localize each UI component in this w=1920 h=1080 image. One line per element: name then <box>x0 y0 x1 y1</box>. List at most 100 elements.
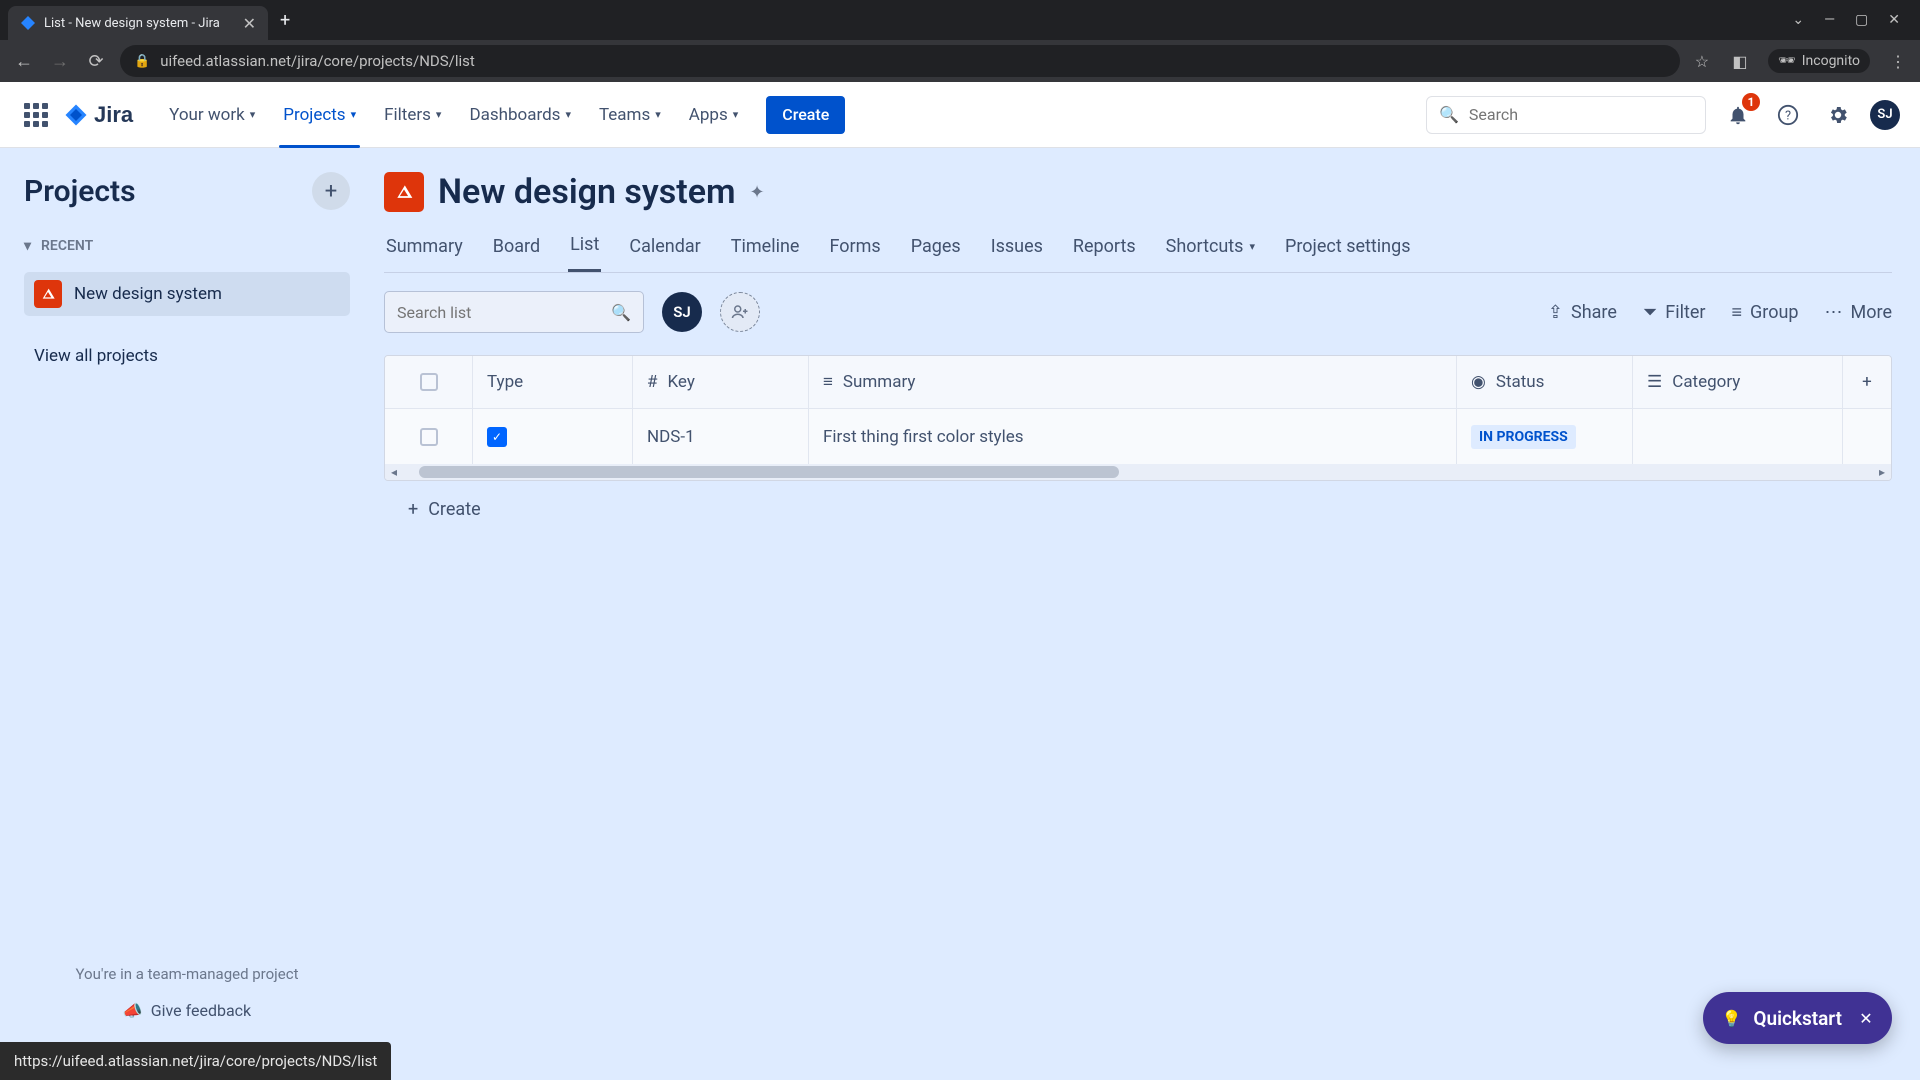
nav-filters[interactable]: Filters▾ <box>372 82 453 148</box>
profile-avatar[interactable]: SJ <box>1870 100 1900 130</box>
reload-button[interactable]: ⟳ <box>84 51 108 72</box>
lightbulb-icon: 💡 <box>1721 1009 1741 1028</box>
tab-summary[interactable]: Summary <box>384 234 465 272</box>
tab-shortcuts[interactable]: Shortcuts▾ <box>1164 234 1257 272</box>
status-bar-url: https://uifeed.atlassian.net/jira/core/p… <box>0 1042 391 1080</box>
page-url: uifeed.atlassian.net/jira/core/projects/… <box>160 52 475 70</box>
tabs-dropdown-icon[interactable]: ⌄ <box>1792 12 1804 28</box>
notifications-button[interactable]: 1 <box>1720 97 1756 133</box>
create-issue-row[interactable]: + Create <box>384 481 1892 538</box>
horizontal-scrollbar[interactable]: ◂ ▸ <box>385 464 1891 480</box>
incognito-indicator[interactable]: 🕶 Incognito <box>1768 49 1870 73</box>
scroll-left-icon[interactable]: ◂ <box>385 465 403 479</box>
recent-label: RECENT <box>41 238 93 254</box>
maximize-icon[interactable]: ▢ <box>1855 12 1868 28</box>
tab-project-settings[interactable]: Project settings <box>1283 234 1413 272</box>
share-icon: ⇪ <box>1548 302 1563 323</box>
svg-text:?: ? <box>1785 108 1791 123</box>
back-button[interactable]: ← <box>12 51 36 72</box>
help-icon: ? <box>1777 104 1799 126</box>
lines-icon: ≡ <box>823 372 833 392</box>
jira-favicon-icon <box>20 15 36 31</box>
column-type[interactable]: Type <box>487 372 523 392</box>
group-icon: ≡ <box>1732 302 1743 323</box>
incognito-label: Incognito <box>1802 53 1860 69</box>
url-box[interactable]: 🔒 uifeed.atlassian.net/jira/core/project… <box>120 45 1680 77</box>
minimize-icon[interactable]: — <box>1824 12 1835 28</box>
status-badge[interactable]: IN PROGRESS <box>1471 425 1576 449</box>
create-project-button[interactable]: + <box>312 172 350 210</box>
megaphone-icon: 📣 <box>123 1001 143 1020</box>
scroll-right-icon[interactable]: ▸ <box>1873 465 1891 479</box>
issue-summary[interactable]: First thing first color styles <box>823 427 1024 447</box>
settings-button[interactable] <box>1820 97 1856 133</box>
row-checkbox[interactable] <box>420 428 438 446</box>
column-category[interactable]: Category <box>1672 372 1740 392</box>
nav-teams[interactable]: Teams▾ <box>587 82 673 148</box>
project-icon <box>34 280 62 308</box>
automation-icon[interactable]: ✦ <box>750 182 765 203</box>
chevron-down-icon: ▾ <box>733 108 739 121</box>
new-tab-button[interactable]: + <box>280 10 290 31</box>
tab-forms[interactable]: Forms <box>827 234 882 272</box>
chevron-down-icon: ▾ <box>436 108 442 121</box>
forward-button: → <box>48 51 72 72</box>
tab-pages[interactable]: Pages <box>909 234 963 272</box>
filter-icon: ⏷ <box>1643 302 1657 323</box>
global-search[interactable]: 🔍 <box>1426 96 1706 134</box>
bookmark-icon[interactable]: ☆ <box>1692 51 1712 71</box>
sidebar-project-item[interactable]: New design system <box>24 272 350 316</box>
add-people-button[interactable] <box>720 292 760 332</box>
help-button[interactable]: ? <box>1770 97 1806 133</box>
give-feedback-link[interactable]: 📣 Give feedback <box>24 1001 350 1020</box>
nav-your-work[interactable]: Your work▾ <box>157 82 267 148</box>
create-button[interactable]: Create <box>766 96 845 134</box>
close-window-icon[interactable]: ✕ <box>1888 12 1900 28</box>
nav-dashboards[interactable]: Dashboards▾ <box>457 82 583 148</box>
top-nav: Jira Your work▾ Projects▾ Filters▾ Dashb… <box>0 82 1920 148</box>
column-status[interactable]: Status <box>1496 372 1545 392</box>
tab-timeline[interactable]: Timeline <box>729 234 802 272</box>
add-column-button[interactable]: + <box>1843 356 1891 408</box>
chevron-down-icon: ▾ <box>1249 240 1255 253</box>
app-switcher-button[interactable] <box>20 99 52 131</box>
view-all-projects-link[interactable]: View all projects <box>24 338 350 374</box>
more-button[interactable]: ⋯More <box>1825 302 1892 323</box>
recent-section-header[interactable]: ▾ RECENT <box>24 238 350 254</box>
project-tabs: Summary Board List Calendar Timeline For… <box>384 234 1892 273</box>
jira-logo[interactable]: Jira <box>64 102 133 128</box>
browser-tab[interactable]: List - New design system - Jira ✕ <box>8 6 268 40</box>
global-search-input[interactable] <box>1469 105 1693 124</box>
tab-bar: List - New design system - Jira ✕ + ⌄ — … <box>0 0 1920 40</box>
select-all-checkbox[interactable] <box>420 373 438 391</box>
column-summary[interactable]: Summary <box>843 372 915 392</box>
tab-reports[interactable]: Reports <box>1071 234 1138 272</box>
nav-apps[interactable]: Apps▾ <box>677 82 751 148</box>
tab-board[interactable]: Board <box>491 234 542 272</box>
close-tab-icon[interactable]: ✕ <box>243 14 256 33</box>
assignee-filter-avatar[interactable]: SJ <box>662 292 702 332</box>
list-search-input[interactable] <box>397 303 611 322</box>
column-key[interactable]: Key <box>667 372 694 392</box>
issue-key[interactable]: NDS-1 <box>647 427 695 447</box>
chevron-down-icon: ▾ <box>565 108 571 121</box>
table-row[interactable]: ✓ NDS-1 First thing first color styles I… <box>385 408 1891 464</box>
scroll-thumb[interactable] <box>419 466 1119 478</box>
chrome-menu-icon[interactable]: ⋮ <box>1888 51 1908 71</box>
tab-list[interactable]: List <box>568 234 601 272</box>
tab-issues[interactable]: Issues <box>989 234 1045 272</box>
hash-icon: # <box>647 372 657 392</box>
quickstart-label: Quickstart <box>1753 1007 1842 1030</box>
nav-projects[interactable]: Projects▾ <box>271 82 368 148</box>
share-button[interactable]: ⇪Share <box>1548 302 1617 323</box>
extensions-icon[interactable]: ◧ <box>1730 51 1750 71</box>
address-bar: ← → ⟳ 🔒 uifeed.atlassian.net/jira/core/p… <box>0 40 1920 82</box>
list-search[interactable]: 🔍 <box>384 291 644 333</box>
group-button[interactable]: ≡Group <box>1732 302 1799 323</box>
filter-button[interactable]: ⏷Filter <box>1643 302 1706 323</box>
sidebar-title: Projects <box>24 174 136 209</box>
tab-calendar[interactable]: Calendar <box>627 234 702 272</box>
quickstart-close-button[interactable]: ✕ <box>1854 1006 1878 1030</box>
quickstart-button[interactable]: 💡 Quickstart ✕ <box>1703 992 1892 1044</box>
project-name: New design system <box>74 284 222 304</box>
